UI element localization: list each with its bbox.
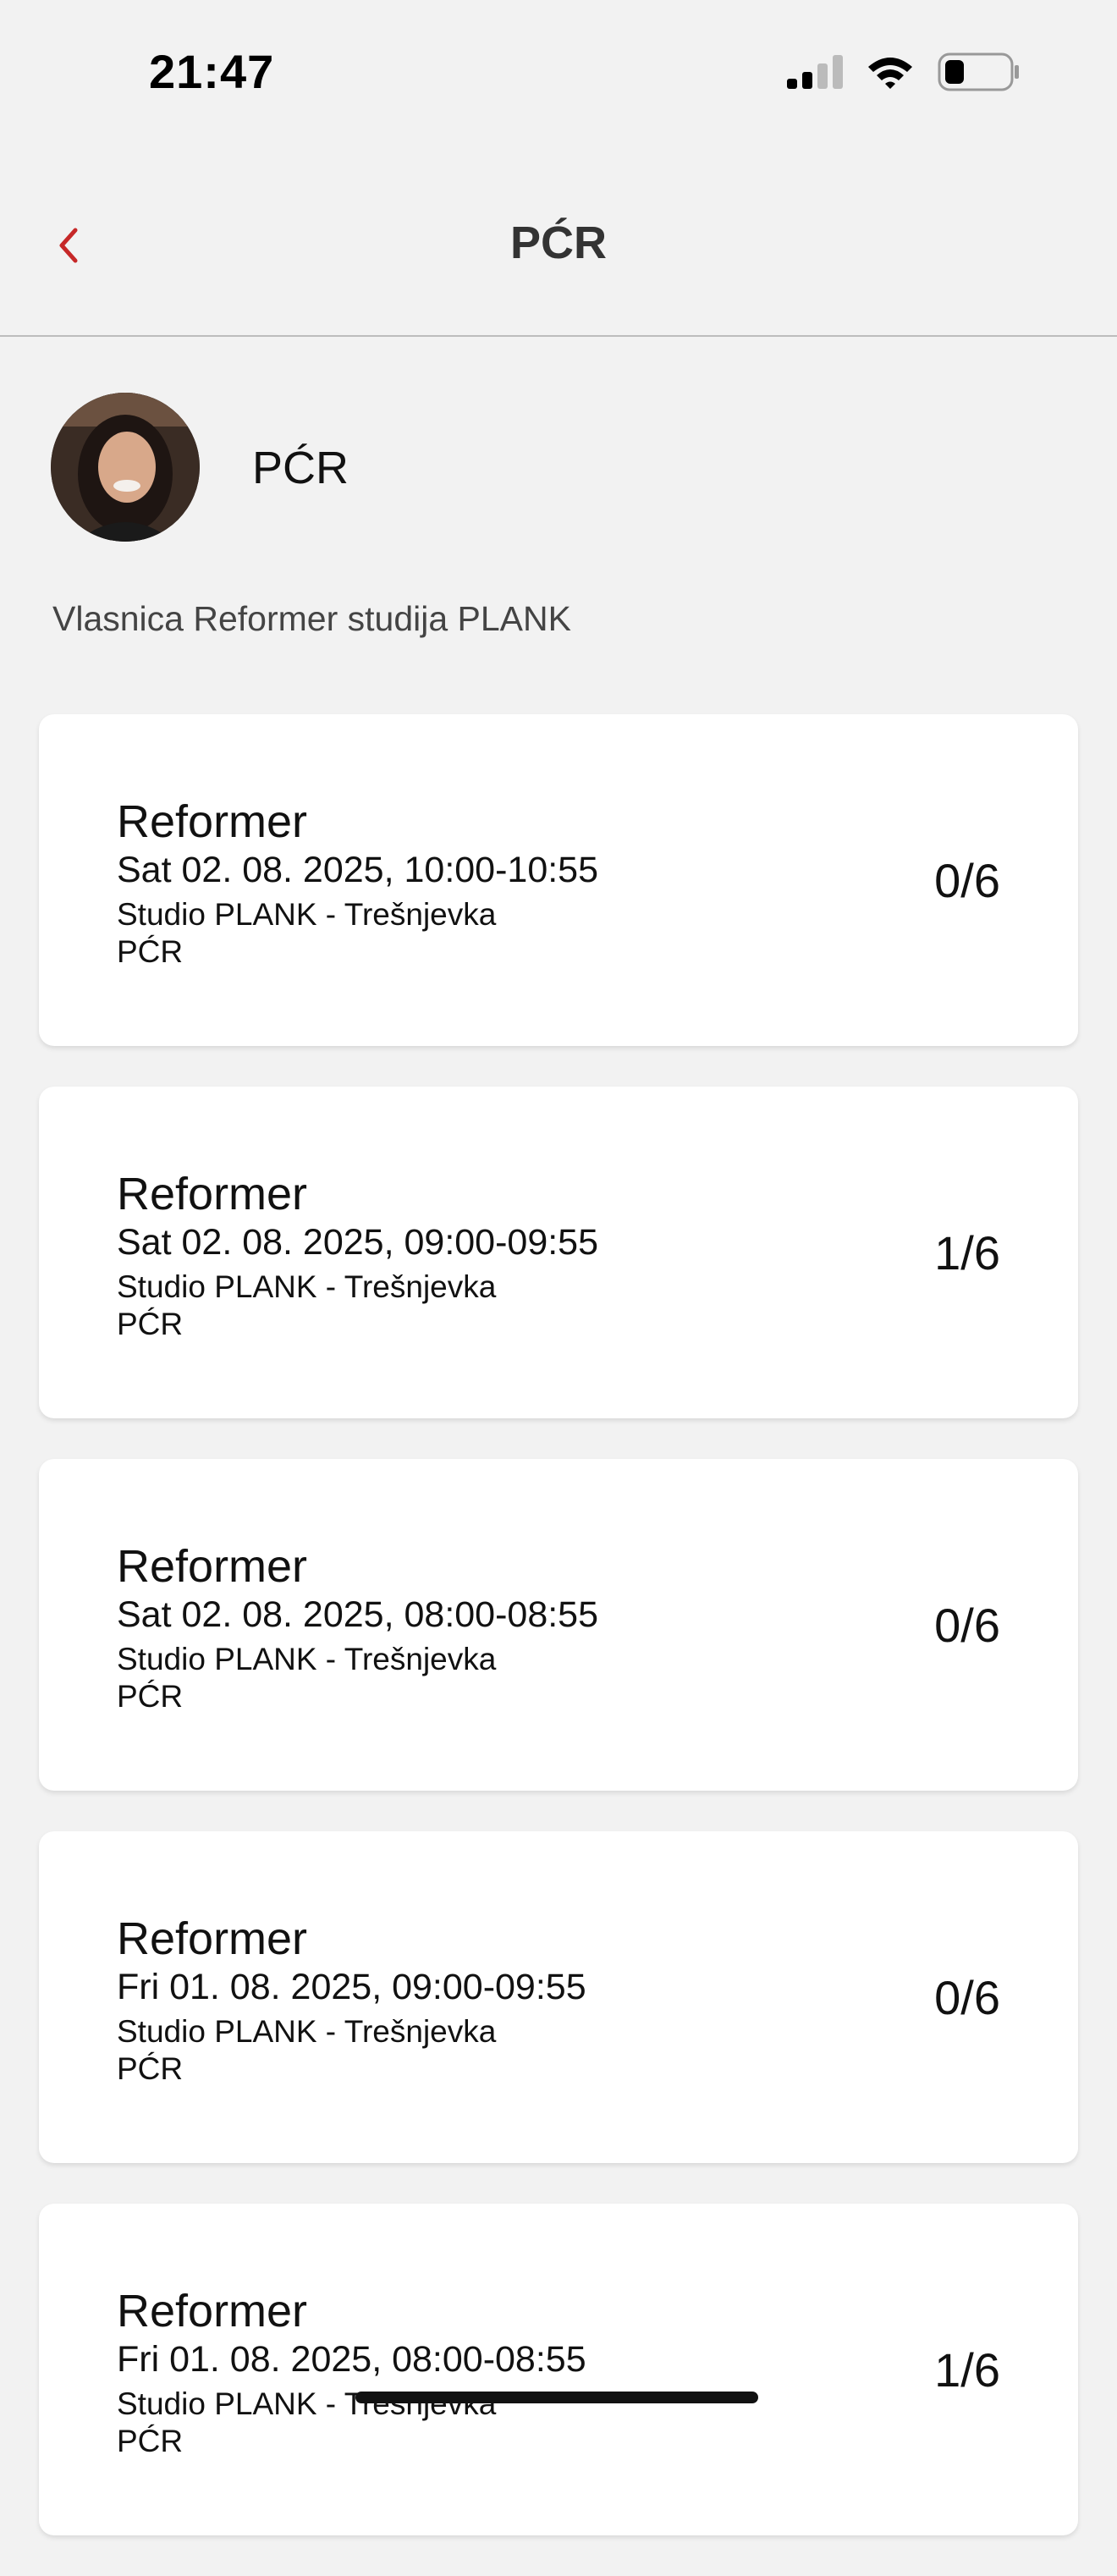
class-title: Reformer	[117, 796, 308, 847]
class-location: Studio PLANK - Trešnjevka	[117, 897, 497, 932]
class-datetime: Fri 01. 08. 2025, 08:00-08:55	[117, 2339, 586, 2380]
class-instructor: PĆR	[117, 2051, 184, 2086]
status-time: 21:47	[149, 45, 275, 98]
class-location: Studio PLANK - Trešnjevka	[117, 1642, 497, 1676]
class-instructor: PĆR	[117, 2424, 184, 2458]
class-capacity: 0/6	[934, 1971, 1000, 2024]
wifi-icon	[868, 58, 912, 89]
class-card[interactable]: Reformer Sat 02. 08. 2025, 08:00-08:55 S…	[39, 1459, 1078, 1791]
class-datetime: Sat 02. 08. 2025, 10:00-10:55	[117, 850, 599, 890]
class-title: Reformer	[117, 2286, 308, 2337]
avatar-photo	[51, 393, 200, 542]
class-instructor: PĆR	[117, 1679, 184, 1714]
class-title: Reformer	[117, 1169, 308, 1219]
class-capacity: 1/6	[934, 2343, 1000, 2397]
class-capacity: 0/6	[934, 1599, 1000, 1652]
page-title: PĆR	[509, 217, 607, 268]
battery-icon	[938, 52, 1019, 91]
navigation-bar: PĆR	[0, 169, 1117, 337]
class-instructor: PĆR	[117, 934, 184, 969]
profile-bio: Vlasnica Reformer studija PLANK	[52, 599, 571, 638]
class-capacity: 0/6	[934, 854, 1000, 907]
class-datetime: Sat 02. 08. 2025, 09:00-09:55	[117, 1222, 599, 1263]
status-icons	[785, 52, 1021, 91]
class-location: Studio PLANK - Trešnjevka	[117, 2014, 497, 2049]
home-indicator[interactable]	[355, 2392, 758, 2403]
class-title: Reformer	[117, 1541, 308, 1592]
class-capacity: 1/6	[934, 1226, 1000, 1280]
class-instructor: PĆR	[117, 1307, 184, 1341]
class-datetime: Fri 01. 08. 2025, 09:00-09:55	[117, 1967, 586, 2007]
cellular-signal-icon	[787, 55, 843, 89]
avatar	[51, 393, 200, 542]
class-card[interactable]: Reformer Fri 01. 08. 2025, 09:00-09:55 S…	[39, 1831, 1078, 2163]
profile-name: PĆR	[252, 443, 349, 493]
status-bar: 21:47	[0, 0, 1117, 152]
class-title: Reformer	[117, 1913, 308, 1964]
class-location: Studio PLANK - Trešnjevka	[117, 1269, 497, 1304]
class-card[interactable]: Reformer Sat 02. 08. 2025, 10:00-10:55 S…	[39, 714, 1078, 1046]
class-list: Reformer Sat 02. 08. 2025, 10:00-10:55 S…	[39, 714, 1078, 2576]
class-card[interactable]: Reformer Fri 01. 08. 2025, 08:00-08:55 S…	[39, 2204, 1078, 2535]
class-datetime: Sat 02. 08. 2025, 08:00-08:55	[117, 1594, 599, 1635]
class-card[interactable]: Reformer Sat 02. 08. 2025, 09:00-09:55 S…	[39, 1087, 1078, 1418]
